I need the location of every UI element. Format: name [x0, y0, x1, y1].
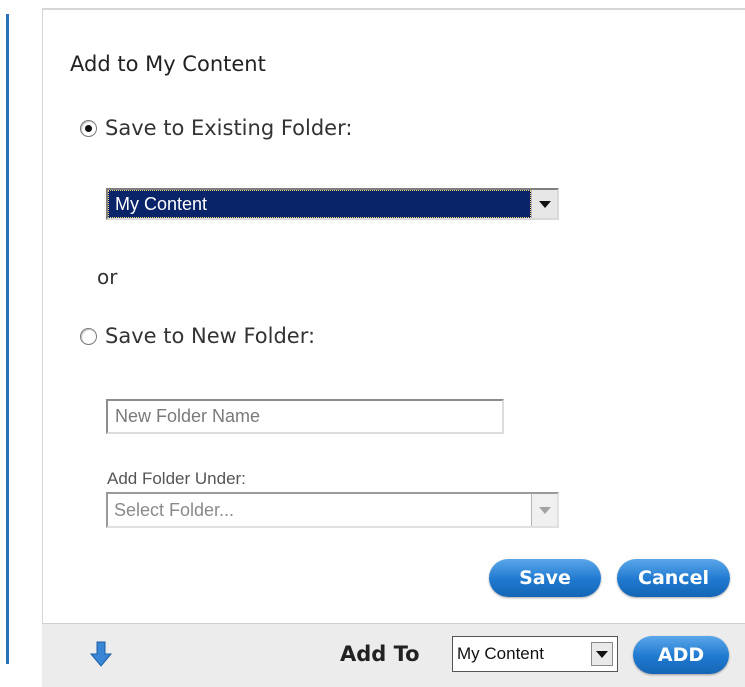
- new-folder-radio[interactable]: [80, 327, 97, 345]
- add-to-dropdown-button[interactable]: [591, 642, 613, 666]
- cancel-button[interactable]: Cancel: [617, 559, 730, 597]
- or-separator-label: or: [97, 265, 118, 289]
- chevron-down-icon: [596, 650, 608, 658]
- parent-folder-select[interactable]: Select Folder...: [106, 492, 559, 528]
- add-to-folder-select[interactable]: My Content: [452, 636, 618, 672]
- parent-folder-dropdown-button[interactable]: [531, 494, 557, 526]
- add-to-folder-select-value: My Content: [457, 644, 544, 663]
- existing-folder-label: Save to Existing Folder:: [105, 116, 353, 140]
- radio-selected-dot: [85, 124, 92, 132]
- existing-folder-dropdown-button[interactable]: [531, 190, 557, 218]
- save-button[interactable]: Save: [489, 559, 601, 597]
- new-folder-option[interactable]: Save to New Folder:: [80, 324, 315, 348]
- existing-folder-radio[interactable]: [80, 119, 97, 137]
- dialog-title: Add to My Content: [70, 52, 266, 76]
- existing-folder-select-value: My Content: [108, 190, 531, 218]
- new-folder-label: Save to New Folder:: [105, 324, 316, 348]
- new-folder-name-input[interactable]: [106, 399, 504, 434]
- existing-folder-select[interactable]: My Content: [106, 188, 559, 220]
- add-folder-under-label: Add Folder Under:: [107, 469, 246, 488]
- parent-folder-select-value: Select Folder...: [114, 499, 235, 520]
- chevron-down-icon: [538, 506, 551, 514]
- add-to-label: Add To: [340, 642, 420, 666]
- down-arrow-icon[interactable]: [89, 641, 113, 667]
- page: Add to My Content Save to Existing Folde…: [0, 0, 745, 687]
- existing-folder-option[interactable]: Save to Existing Folder:: [80, 116, 352, 140]
- add-button[interactable]: ADD: [633, 636, 729, 674]
- left-border-rule: [6, 14, 9, 664]
- chevron-down-icon: [538, 200, 551, 208]
